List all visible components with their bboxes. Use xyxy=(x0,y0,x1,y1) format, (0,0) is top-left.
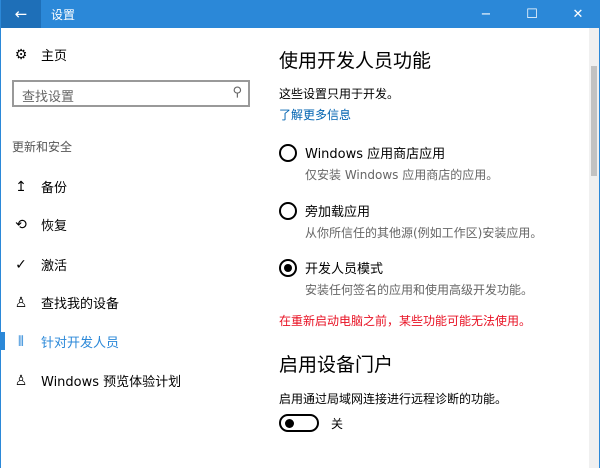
radio-description: 安装任何签名的应用和使用高级开发功能。 xyxy=(305,283,534,297)
radio-label: 开发人员模式 xyxy=(305,262,384,277)
radio-sideload[interactable]: 旁加载应用 xyxy=(279,201,370,220)
radio-button-selected[interactable] xyxy=(279,258,297,277)
sidebar-item-recovery[interactable]: ⟲ 恢复 xyxy=(13,215,68,235)
find-device-icon: ♙ xyxy=(14,294,28,311)
restart-warning: 在重新启动电脑之前，某些功能可能无法使用。 xyxy=(279,314,532,328)
page-title: 使用开发人员功能 xyxy=(279,50,432,72)
scrollbar[interactable] xyxy=(589,28,599,468)
insider-icon: ♙ xyxy=(14,372,28,389)
sidebar-item-label: 查找我的设备 xyxy=(41,297,120,312)
radio-label: 旁加载应用 xyxy=(305,205,371,220)
device-portal-title: 启用设备门户 xyxy=(279,354,394,376)
sidebar-item-label: 针对开发人员 xyxy=(41,336,120,351)
page-subtitle: 这些设置只用于开发。 xyxy=(279,87,400,101)
learn-more-link[interactable]: 了解更多信息 xyxy=(279,106,351,123)
minimize-button[interactable]: − xyxy=(463,0,509,28)
back-button[interactable]: ← xyxy=(1,0,41,28)
check-circle-icon: ✓ xyxy=(15,256,27,273)
developer-tools-icon: ⫴ xyxy=(18,333,24,350)
radio-description: 从你所信任的其他源(例如工作区)安装应用。 xyxy=(305,226,543,240)
radio-developer-mode[interactable]: 开发人员模式 xyxy=(279,258,383,277)
radio-store-apps[interactable]: Windows 应用商店应用 xyxy=(279,143,445,162)
search-input[interactable]: 查找设置 ⚲ xyxy=(12,80,250,107)
history-icon: ⟲ xyxy=(15,216,27,233)
sidebar-item-developers[interactable]: ⫴ 针对开发人员 xyxy=(13,332,120,352)
active-indicator xyxy=(1,332,5,350)
sidebar-home[interactable]: ⚙ 主页 xyxy=(13,45,68,65)
toggle-switch[interactable] xyxy=(279,414,319,432)
radio-description: 仅安装 Windows 应用商店的应用。 xyxy=(305,168,499,182)
section-heading: 更新和安全 xyxy=(12,140,73,154)
device-portal-toggle[interactable]: 关 xyxy=(279,414,343,432)
toggle-state: 关 xyxy=(331,416,344,431)
sidebar-item-insider[interactable]: ♙ Windows 预览体验计划 xyxy=(13,371,182,391)
radio-button[interactable] xyxy=(279,201,297,220)
sidebar-item-label: 备份 xyxy=(41,181,68,196)
title-bar: ← 设置 − ☐ ✕ xyxy=(1,0,600,28)
window-title: 设置 xyxy=(51,8,76,22)
radio-label: Windows 应用商店应用 xyxy=(305,147,446,162)
device-portal-description: 启用通过局域网连接进行远程诊断的功能。 xyxy=(279,392,508,406)
search-icon[interactable]: ⚲ xyxy=(232,85,242,100)
sidebar-item-label: 激活 xyxy=(41,259,68,274)
backup-icon: ↥ xyxy=(15,178,27,195)
home-label: 主页 xyxy=(41,49,68,64)
sidebar-item-label: Windows 预览体验计划 xyxy=(41,375,182,390)
radio-button[interactable] xyxy=(279,143,297,162)
scrollbar-thumb[interactable] xyxy=(591,66,597,176)
close-button[interactable]: ✕ xyxy=(555,0,600,28)
sidebar-item-find-device[interactable]: ♙ 查找我的设备 xyxy=(13,293,120,313)
sidebar-item-backup[interactable]: ↥ 备份 xyxy=(13,177,68,197)
search-placeholder: 查找设置 xyxy=(22,90,75,105)
sidebar-item-activation[interactable]: ✓ 激活 xyxy=(13,255,68,275)
maximize-button[interactable]: ☐ xyxy=(509,0,555,28)
sidebar-item-label: 恢复 xyxy=(41,219,68,234)
gear-icon: ⚙ xyxy=(14,46,28,63)
